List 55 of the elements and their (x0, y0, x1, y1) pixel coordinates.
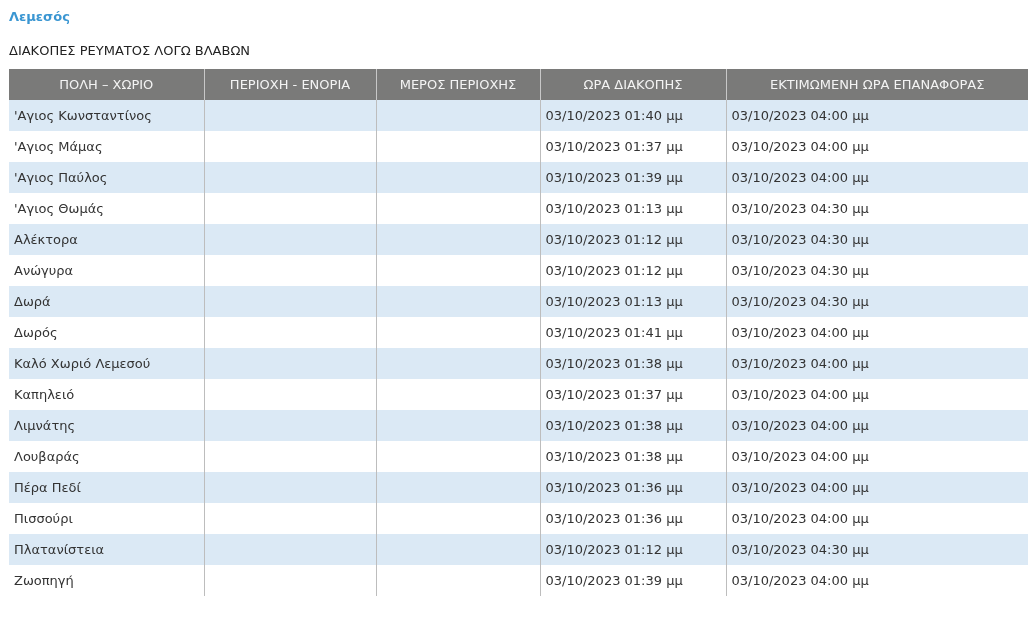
table-cell: 03/10/2023 01:38 μμ (540, 441, 726, 472)
table-cell: Λιμνάτης (9, 410, 204, 441)
table-cell: 03/10/2023 04:30 μμ (726, 193, 1028, 224)
column-header: ΜΕΡΟΣ ΠΕΡΙΟΧΗΣ (376, 69, 540, 100)
table-cell: 'Αγιος Θωμάς (9, 193, 204, 224)
table-cell: 03/10/2023 01:12 μμ (540, 224, 726, 255)
table-cell: 03/10/2023 04:30 μμ (726, 286, 1028, 317)
table-cell: 'Αγιος Μάμας (9, 131, 204, 162)
table-cell: 03/10/2023 04:00 μμ (726, 472, 1028, 503)
table-cell: 03/10/2023 01:37 μμ (540, 131, 726, 162)
table-cell: Λουβαράς (9, 441, 204, 472)
table-cell: 03/10/2023 01:39 μμ (540, 162, 726, 193)
table-cell: 03/10/2023 01:13 μμ (540, 286, 726, 317)
table-cell: Ανώγυρα (9, 255, 204, 286)
table-cell: 03/10/2023 01:36 μμ (540, 472, 726, 503)
column-header: ΕΚΤΙΜΩΜΕΝΗ ΩΡΑ ΕΠΑΝΑΦΟΡΑΣ (726, 69, 1028, 100)
table-cell: 03/10/2023 04:00 μμ (726, 348, 1028, 379)
table-cell: 03/10/2023 01:38 μμ (540, 410, 726, 441)
table-cell: 03/10/2023 04:00 μμ (726, 100, 1028, 131)
table-cell: 03/10/2023 01:13 μμ (540, 193, 726, 224)
table-cell: Αλέκτορα (9, 224, 204, 255)
table-cell: 03/10/2023 04:00 μμ (726, 162, 1028, 193)
table-cell: 'Αγιος Κωνσταντίνος (9, 100, 204, 131)
table-cell: 03/10/2023 01:12 μμ (540, 534, 726, 565)
table-cell: 03/10/2023 04:00 μμ (726, 317, 1028, 348)
table-cell: 03/10/2023 04:00 μμ (726, 503, 1028, 534)
column-header: ΠΕΡΙΟΧΗ - ΕΝΟΡΙΑ (204, 69, 376, 100)
region-link[interactable]: Λεμεσός (9, 7, 70, 27)
table-cell: 03/10/2023 04:00 μμ (726, 565, 1028, 596)
table-cell: 03/10/2023 04:00 μμ (726, 131, 1028, 162)
column-header: ΩΡΑ ΔΙΑΚΟΠΗΣ (540, 69, 726, 100)
table-cell: Πέρα Πεδί (9, 472, 204, 503)
page-heading: ΔΙΑΚΟΠΕΣ ΡΕΥΜΑΤΟΣ ΛΟΓΩ ΒΛΑΒΩΝ (9, 42, 252, 60)
table-cell: 03/10/2023 04:30 μμ (726, 224, 1028, 255)
table-cell: 'Αγιος Παύλος (9, 162, 204, 193)
table-cell: 03/10/2023 01:40 μμ (540, 100, 726, 131)
column-header: ΠΟΛΗ – ΧΩΡΙΟ (9, 69, 204, 100)
table-cell: 03/10/2023 04:30 μμ (726, 534, 1028, 565)
table-cell: Πλατανίστεια (9, 534, 204, 565)
table-cell: 03/10/2023 01:39 μμ (540, 565, 726, 596)
table-cell: 03/10/2023 04:00 μμ (726, 441, 1028, 472)
table-cell: 03/10/2023 01:38 μμ (540, 348, 726, 379)
table-cell: Δωρός (9, 317, 204, 348)
table-cell: Δωρά (9, 286, 204, 317)
table-cell: 03/10/2023 01:41 μμ (540, 317, 726, 348)
table-cell: Καλό Χωριό Λεμεσού (9, 348, 204, 379)
table-cell: 03/10/2023 01:36 μμ (540, 503, 726, 534)
table-cell: 03/10/2023 01:12 μμ (540, 255, 726, 286)
table-cell: 03/10/2023 04:00 μμ (726, 379, 1028, 410)
table-cell: Ζωοπηγή (9, 565, 204, 596)
table-cell: 03/10/2023 01:37 μμ (540, 379, 726, 410)
table-cell: 03/10/2023 04:30 μμ (726, 255, 1028, 286)
table-cell: Καπηλειό (9, 379, 204, 410)
table-cell: 03/10/2023 04:00 μμ (726, 410, 1028, 441)
table-cell: Πισσούρι (9, 503, 204, 534)
